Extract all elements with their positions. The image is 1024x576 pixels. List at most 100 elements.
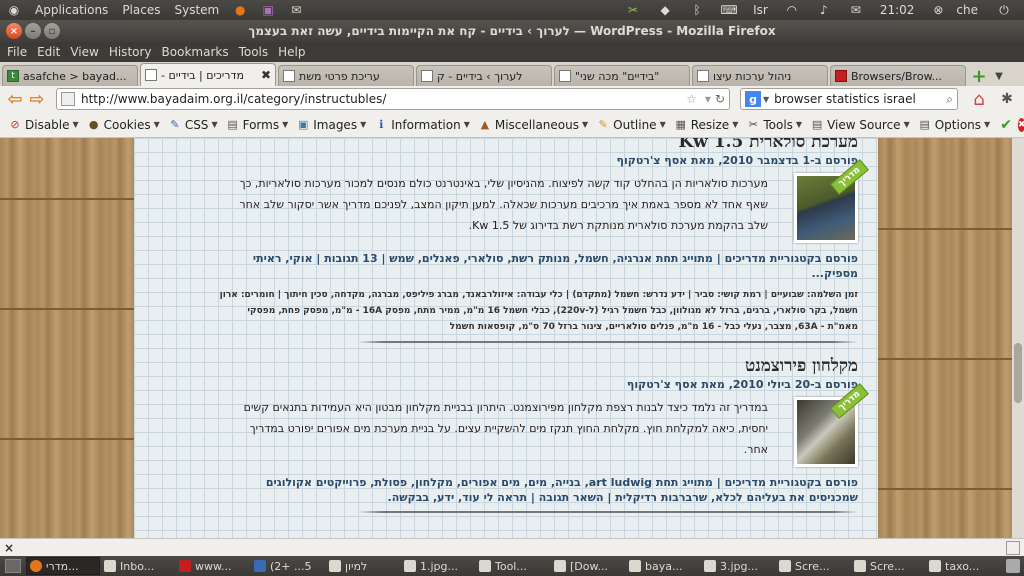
menu-edit[interactable]: Edit — [32, 45, 65, 59]
new-tab-icon[interactable]: + — [968, 66, 990, 87]
search-engine-dropdown-icon[interactable]: ▼ — [763, 95, 769, 104]
mail-tray-icon[interactable]: ✉ — [848, 2, 864, 18]
devbar-menu-label: Options — [934, 117, 982, 132]
power-icon[interactable]: ⏻ — [996, 2, 1012, 18]
window-minimize-button[interactable]: – — [25, 23, 41, 39]
taskbar-window-button[interactable]: baya... — [626, 557, 700, 575]
search-query[interactable]: browser statistics israel — [774, 92, 946, 106]
wifi-tray-icon[interactable]: ◠ — [784, 2, 800, 18]
menu-file[interactable]: File — [2, 45, 32, 59]
devbar-forms-menu[interactable]: ▤ Forms ▼ — [222, 118, 293, 132]
post-divider — [358, 341, 858, 343]
keyboard-layout-indicator[interactable]: Isr — [747, 3, 774, 17]
taskbar-window-label: [Dow... — [570, 559, 608, 573]
reload-icon[interactable]: ↻ — [715, 92, 725, 106]
menu-bookmarks[interactable]: Bookmarks — [157, 45, 234, 59]
user-status-icon[interactable]: ⊗ — [930, 2, 946, 18]
taskbar-window-button[interactable]: למיון — [326, 557, 400, 575]
trash-icon[interactable] — [1006, 559, 1020, 573]
menu-view[interactable]: View — [65, 45, 103, 59]
devbar-resize-menu[interactable]: ▦ Resize ▼ — [670, 118, 743, 132]
tab-list-chevron-down-icon[interactable]: ▼ — [992, 66, 1006, 86]
taskbar-window-button[interactable]: Scre... — [851, 557, 925, 575]
app-launcher-icon[interactable]: ▣ — [260, 2, 276, 18]
devbar-miscellaneous-menu[interactable]: ▲ Miscellaneous ▼ — [474, 118, 592, 132]
page-scrollbar[interactable] — [1012, 138, 1024, 538]
devbar-information-menu[interactable]: ℹ Information ▼ — [370, 118, 474, 132]
taskbar-window-button[interactable]: (2+ ...5 — [251, 557, 325, 575]
menu-tools[interactable]: Tools — [234, 45, 274, 59]
devbar-options-menu[interactable]: ▤ Options ▼ — [914, 118, 994, 132]
keyboard-tray-icon[interactable]: ⌨ — [720, 2, 737, 18]
taskbar-window-button[interactable]: 3.jpg... — [701, 557, 775, 575]
devbar-disable-menu[interactable]: ⊘ Disable ▼ — [4, 118, 83, 132]
dropbox-tray-icon[interactable]: ◆ — [657, 2, 673, 18]
window-titlebar: × – ▫ לערוך › בידיים - קח את הקיימות ביד… — [0, 20, 1024, 42]
post-tags[interactable]: פורסם בקטגוריית מדריכים | מתוייג תחת art… — [218, 475, 858, 505]
taskbar-window-button[interactable]: www... — [176, 557, 250, 575]
tab-asafche[interactable]: t asafche > bayad... — [2, 65, 138, 86]
home-icon[interactable]: ⌂ — [968, 88, 990, 110]
google-engine-icon[interactable]: g — [745, 91, 761, 107]
url-bar[interactable]: http://www.bayadaim.org.il/category/inst… — [56, 88, 730, 110]
taskbar-window-button[interactable]: taxo... — [926, 557, 1000, 575]
post-thumbnail[interactable]: מדריך — [794, 159, 869, 243]
firefox-launcher-icon[interactable]: ● — [232, 2, 248, 18]
devbar-outline-menu[interactable]: ✎ Outline ▼ — [592, 118, 670, 132]
bluetooth-tray-icon[interactable]: ᛒ — [689, 2, 705, 18]
post-title[interactable]: מערכת סולארית 1.5 Kw — [218, 138, 858, 152]
back-arrow-icon[interactable]: ⇦ — [4, 88, 26, 110]
css-valid-check-icon[interactable]: ✔ — [1000, 117, 1012, 133]
window-close-button[interactable]: × — [6, 23, 22, 39]
taskbar-window-button[interactable]: Inbo... — [101, 557, 175, 575]
ubuntu-logo-icon[interactable]: ◉ — [6, 2, 22, 18]
menu-help[interactable]: Help — [273, 45, 310, 59]
site-identity-icon[interactable] — [61, 92, 75, 106]
applications-menu[interactable]: Applications — [28, 3, 115, 17]
devbar-images-menu[interactable]: ▣ Images ▼ — [292, 118, 370, 132]
window-maximize-button[interactable]: ▫ — [44, 23, 60, 39]
volume-tray-icon[interactable]: ♪ — [816, 2, 832, 18]
tab-edit-user[interactable]: עריכת פרטי משת — [278, 65, 414, 86]
search-bar[interactable]: g ▼ browser statistics israel ⌕ — [740, 88, 958, 110]
tab-edit-post[interactable]: לערוך › בידיים - ק — [416, 65, 552, 86]
url-text[interactable]: http://www.bayadaim.org.il/category/inst… — [81, 92, 682, 106]
post-tags[interactable]: פורסם בקטגוריית מדריכים | מתוייג תחת אנר… — [218, 251, 858, 281]
devbar-cookies-menu[interactable]: ● Cookies ▼ — [83, 118, 164, 132]
places-menu[interactable]: Places — [115, 3, 167, 17]
close-addon-bar-icon[interactable]: × — [4, 541, 14, 555]
addon-toolbar-icon[interactable]: ✱ — [996, 88, 1018, 110]
menu-history[interactable]: History — [104, 45, 157, 59]
mail-launcher-icon[interactable]: ✉ — [288, 2, 304, 18]
magnifier-search-icon[interactable]: ⌕ — [946, 92, 953, 107]
devbar-view-source-menu[interactable]: ▤ View Source ▼ — [806, 118, 914, 132]
tools-tray-icon[interactable]: ✂ — [625, 2, 641, 18]
tab-instructubles-active[interactable]: - מדריכים | בידיים ✖ — [140, 63, 276, 86]
scrollbar-thumb[interactable] — [1014, 343, 1022, 403]
user-name[interactable]: che — [956, 3, 986, 17]
tab-second-blow[interactable]: "בידיים" מכה שני" — [554, 65, 690, 86]
post-title[interactable]: מקלחון פירוצמנט — [218, 356, 858, 376]
post-meta: פורסם ב-1 בדצמבר 2010, מאת אסף צ'רטקוף — [616, 154, 858, 167]
post-thumbnail[interactable]: מדריך — [794, 383, 869, 467]
devbar-menu-label: Disable — [25, 117, 70, 132]
menubar: File Edit View History Bookmarks Tools H… — [0, 42, 1024, 62]
tab-manage-themes[interactable]: ניהול ערכות עיצו — [692, 65, 828, 86]
tab-browsers[interactable]: Browsers/Brow... — [830, 65, 966, 86]
show-desktop-icon[interactable] — [5, 559, 21, 573]
devbar-tools-menu[interactable]: ✂ Tools ▼ — [742, 118, 806, 132]
devbar-css-menu[interactable]: ✎ CSS ▼ — [164, 118, 222, 132]
taskbar-window-button[interactable]: [Dow... — [551, 557, 625, 575]
taskbar-window-button[interactable]: Tool... — [476, 557, 550, 575]
url-dropdown-icon[interactable]: ▾ — [705, 92, 711, 106]
taskbar-window-button[interactable]: מדרי... — [26, 557, 100, 575]
clock[interactable]: 21:02 — [874, 3, 921, 17]
taskbar-window-button[interactable]: 1.jpg... — [401, 557, 475, 575]
forward-arrow-icon[interactable]: ⇨ — [26, 88, 48, 110]
js-error-icon[interactable]: ✖ — [1017, 117, 1024, 132]
system-menu[interactable]: System — [167, 3, 226, 17]
bookmark-star-icon[interactable]: ☆ — [686, 92, 697, 106]
resize-grip-icon[interactable] — [1006, 540, 1020, 555]
taskbar-window-button[interactable]: Scre... — [776, 557, 850, 575]
tab-close-icon[interactable]: ✖ — [261, 68, 271, 82]
